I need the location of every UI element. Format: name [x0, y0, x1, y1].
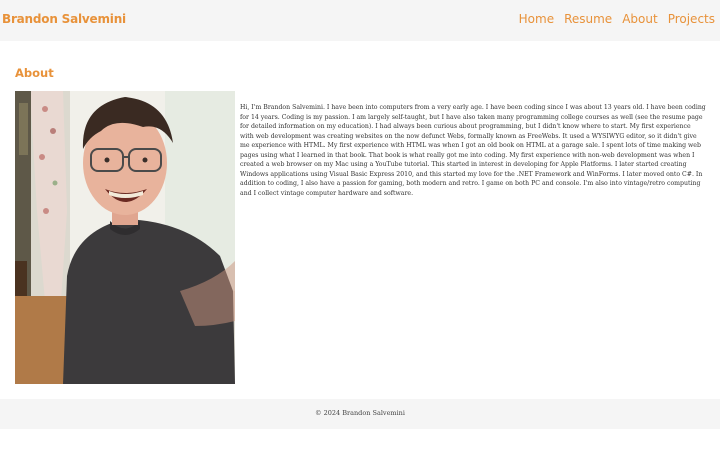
nav-link-resume[interactable]: Resume	[564, 12, 612, 26]
profile-photo	[15, 91, 235, 384]
nav-link-projects[interactable]: Projects	[668, 12, 715, 26]
page-title: About	[15, 66, 54, 80]
profile-photo-illustration	[15, 91, 235, 384]
copyright-text: © 2024 Brandon Salvemini	[315, 409, 405, 417]
nav-links: Home Resume About Projects	[519, 12, 715, 26]
footer: © 2024 Brandon Salvemini	[0, 399, 720, 429]
nav-link-about[interactable]: About	[622, 12, 657, 26]
nav-link-home[interactable]: Home	[519, 12, 554, 26]
brand-link[interactable]: Brandon Salvemini	[2, 12, 126, 26]
bio-paragraph: Hi, I'm Brandon Salvemini. I have been i…	[240, 104, 706, 197]
navbar: Brandon Salvemini Home Resume About Proj…	[0, 0, 720, 41]
